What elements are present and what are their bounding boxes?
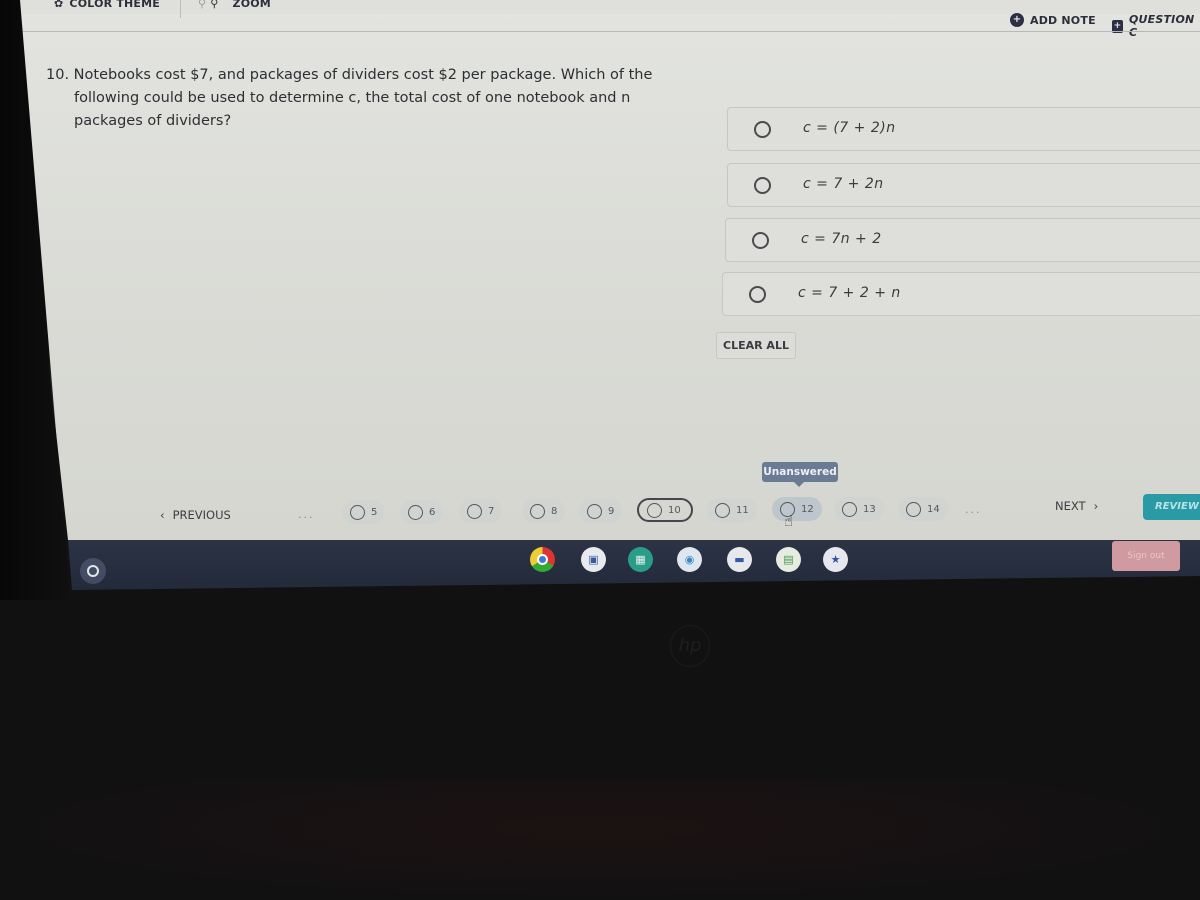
chrome-center bbox=[537, 554, 548, 565]
unanswered-tooltip: Unanswered bbox=[762, 462, 838, 487]
nav-ellipsis-left[interactable]: ... bbox=[298, 508, 315, 521]
question-nav-number: 5 bbox=[371, 506, 378, 518]
next-button[interactable]: NEXT › bbox=[1055, 499, 1098, 513]
add-note-label: ADD NOTE bbox=[1030, 13, 1096, 27]
sign-out-button[interactable]: Sign out bbox=[1112, 541, 1180, 571]
zoom-out-icon[interactable]: ⚲ bbox=[198, 0, 206, 10]
zoom-in-icon[interactable]: ⚲ bbox=[210, 0, 218, 10]
question-line-2: following could be used to determine c, … bbox=[74, 90, 631, 106]
question-status-icon bbox=[647, 502, 662, 518]
question-nav-number: 7 bbox=[488, 505, 495, 517]
question-comment-button[interactable]: + QUESTION C bbox=[1112, 13, 1200, 39]
question-nav-number: 11 bbox=[736, 504, 749, 516]
answer-choice-a[interactable]: c = (7 + 2)n bbox=[727, 107, 1200, 151]
question-nav-6[interactable]: 6 bbox=[400, 500, 444, 524]
choice-expression: c = 7n + 2 bbox=[801, 231, 882, 247]
question-nav-13[interactable]: 13 bbox=[834, 497, 884, 521]
question-status-icon bbox=[467, 503, 482, 519]
chevron-right-icon: › bbox=[1093, 499, 1099, 513]
question-nav-5[interactable]: 5 bbox=[342, 500, 386, 524]
header-divider bbox=[10, 31, 1200, 32]
question-nav-10-current[interactable]: 10 bbox=[637, 498, 693, 522]
hand-pointer-cursor-icon: ☝ bbox=[784, 512, 794, 530]
add-note-button[interactable]: + ADD NOTE bbox=[1010, 13, 1096, 27]
launcher-icon bbox=[87, 565, 99, 577]
photos-app-icon[interactable]: ▣ bbox=[581, 547, 606, 572]
question-status-icon bbox=[408, 504, 423, 520]
question-status-icon bbox=[530, 503, 545, 519]
choice-expression: c = (7 + 2)n bbox=[803, 120, 896, 136]
question-nav-number: 13 bbox=[863, 503, 876, 515]
question-nav-number: 9 bbox=[608, 505, 615, 517]
choice-expression: c = 7 + 2n bbox=[803, 176, 884, 192]
question-status-icon bbox=[587, 503, 602, 519]
question-comment-label: QUESTION C bbox=[1128, 13, 1195, 39]
question-number: 10. bbox=[46, 67, 70, 83]
radio-button[interactable] bbox=[752, 232, 769, 249]
answer-choice-c[interactable]: c = 7n + 2 bbox=[725, 218, 1200, 262]
radio-button[interactable] bbox=[754, 121, 771, 138]
answer-choice-b[interactable]: c = 7 + 2n bbox=[727, 163, 1200, 207]
question-nav-12[interactable]: 12 bbox=[772, 497, 822, 521]
question-nav-7[interactable]: 7 bbox=[459, 499, 503, 523]
question-status-icon bbox=[842, 501, 857, 517]
answer-choice-d[interactable]: c = 7 + 2 + n bbox=[722, 272, 1200, 316]
color-theme-label: COLOR THEME bbox=[69, 0, 160, 10]
add-note-icon: + bbox=[1010, 13, 1024, 27]
question-line-3: packages of dividers? bbox=[74, 113, 232, 129]
chrome-app-icon[interactable] bbox=[530, 547, 555, 572]
question-nav-14[interactable]: 14 bbox=[898, 497, 948, 521]
classroom-app-icon[interactable]: ▤ bbox=[776, 547, 801, 572]
zoom-controls: ⚲ ⚲ ZOOM bbox=[198, 0, 271, 10]
question-status-icon bbox=[350, 504, 365, 520]
docs-app-icon[interactable]: ▬ bbox=[727, 547, 752, 572]
question-status-icon bbox=[715, 502, 730, 518]
hp-logo-icon: hp bbox=[670, 625, 710, 667]
app-grid-icon[interactable]: ▦ bbox=[628, 547, 653, 572]
question-text: 10. Notebooks cost $7, and packages of d… bbox=[46, 64, 666, 133]
question-nav-number: 10 bbox=[668, 504, 681, 516]
previous-label: PREVIOUS bbox=[172, 508, 231, 522]
choice-expression: c = 7 + 2 + n bbox=[798, 285, 901, 301]
texas-flag-app-icon[interactable]: ★ bbox=[823, 547, 848, 572]
question-nav-number: 8 bbox=[551, 505, 558, 517]
chevron-left-icon: ‹ bbox=[160, 508, 165, 522]
question-nav-number: 14 bbox=[927, 503, 940, 515]
question-nav-8[interactable]: 8 bbox=[522, 499, 566, 523]
question-nav-number: 6 bbox=[429, 506, 436, 518]
toolbar-divider bbox=[180, 0, 181, 18]
question-status-icon bbox=[906, 501, 921, 517]
next-label: NEXT bbox=[1055, 499, 1086, 513]
question-nav-number: 12 bbox=[801, 503, 814, 515]
palette-icon: ✿ bbox=[54, 0, 64, 10]
question-nav-9[interactable]: 9 bbox=[579, 499, 623, 523]
question-line-1: Notebooks cost $7, and packages of divid… bbox=[73, 67, 653, 83]
previous-button[interactable]: ‹ PREVIOUS bbox=[160, 508, 231, 522]
color-theme-button[interactable]: ✿ COLOR THEME bbox=[54, 0, 160, 10]
launcher-button[interactable] bbox=[80, 558, 106, 584]
keyboard-area bbox=[0, 780, 1200, 900]
clear-all-button[interactable]: CLEAR ALL bbox=[716, 332, 796, 359]
radio-button[interactable] bbox=[749, 286, 766, 303]
browser-screen: ✿ COLOR THEME ⚲ ⚲ ZOOM + ADD NOTE + QUES… bbox=[8, 0, 1200, 540]
review-button[interactable]: REVIEW bbox=[1143, 494, 1200, 520]
nav-ellipsis-right[interactable]: ... bbox=[965, 503, 982, 516]
radio-button[interactable] bbox=[754, 177, 771, 194]
chat-app-icon[interactable]: ◉ bbox=[677, 547, 702, 572]
question-nav-11[interactable]: 11 bbox=[707, 498, 757, 522]
zoom-label: ZOOM bbox=[232, 0, 271, 10]
